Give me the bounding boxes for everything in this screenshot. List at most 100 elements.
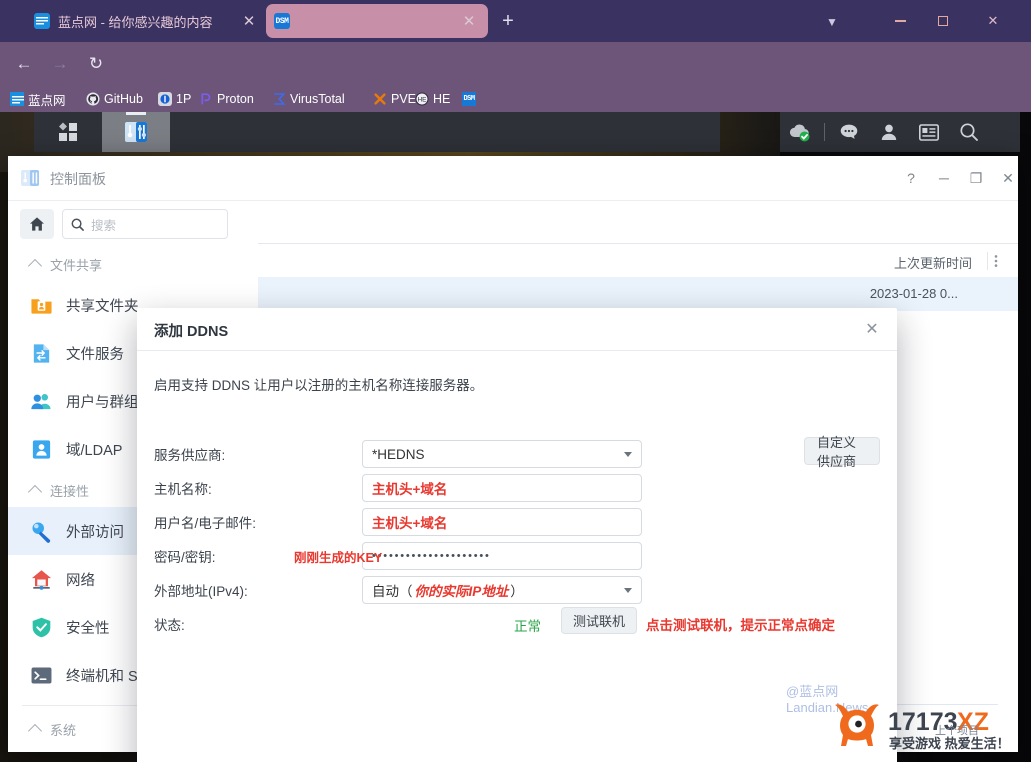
landian-icon [34,13,50,29]
forward-button[interactable]: → [46,50,74,78]
bookmarks-bar: 蓝点网 GitHub 1P Proton VirusTotal PVE HE H… [0,86,1031,112]
minimize-button[interactable]: ─ [933,168,955,188]
field-row-status: 状态: 正常 测试联机 点击测试联机，提示正常点确定 [154,607,880,641]
sidebar-item-label: 域/LDAP [66,442,123,459]
taskbar-item-control-panel[interactable] [102,112,170,152]
home-icon[interactable] [20,209,54,239]
sidebar-item-label: 文件服务 [66,346,124,363]
dialog-title: 添加 DDNS [154,324,229,340]
test-connection-button[interactable]: 测试联机 [561,607,638,634]
search-icon [71,218,84,231]
search-input[interactable]: 搜索 [62,209,228,239]
username-input[interactable]: 主机头+域名 [362,508,642,536]
close-icon[interactable]: ✕ [238,10,260,32]
browser-tab-landian[interactable]: 蓝点网 - 给你感兴趣的内容 ✕ [26,4,268,38]
status-annotation: 点击测试联机，提示正常点确定 [646,618,835,633]
close-icon[interactable]: ✕ [861,318,883,340]
field-row-provider: 服务供应商: *HEDNS 自定义供应商 [154,435,880,471]
back-button[interactable]: ← [10,50,38,78]
notifications-icon[interactable] [829,112,869,152]
close-icon[interactable]: ✕ [997,168,1018,188]
external-address-label: 外部地址(IPv4): [154,584,248,599]
sidebar-search-row: 搜索 [8,201,240,247]
domain-ldap-icon [32,439,51,459]
provider-select[interactable]: *HEDNS [362,440,642,468]
cloud-sync-ok-icon[interactable] [780,112,820,152]
restore-button[interactable]: ❐ [965,168,987,188]
control-panel-title: 控制面板 [50,171,106,187]
sidebar-group-label: 系统 [50,722,77,738]
window-maximize-button[interactable] [928,8,958,34]
bookmark-proton[interactable]: Proton [199,86,254,112]
browser-toolbar: ← → ↻ [0,42,1031,120]
dialog-titlebar: 添加 DDNS ✕ [137,308,897,351]
bookmark-label: GitHub [104,92,143,106]
new-tab-button[interactable]: + [496,10,520,34]
close-icon[interactable]: ✕ [458,10,480,32]
chevron-down-icon [624,452,632,457]
column-options-icon[interactable] [987,252,1004,270]
user-icon[interactable] [869,112,909,152]
svg-text:享受游戏 热爱生活！: 享受游戏 热爱生活！ [889,736,1010,751]
bookmark-1p[interactable]: 1P [158,86,191,112]
bookmark-label: VirusTotal [290,92,345,106]
custom-provider-button[interactable]: 自定义供应商 [804,435,880,469]
password-value: ••••••••••••••••••••• [372,550,491,562]
window-minimize-button[interactable] [885,8,915,34]
sidebar-group-file-sharing[interactable]: 文件共享 [8,247,240,281]
bookmark-he[interactable]: HE HE [415,86,450,112]
field-row-password: 密码/密钥: 刚刚生成的KEY ••••••••••••••••••••• [154,539,880,573]
external-address-select[interactable]: 自动（ 你的实际IP地址 ） [362,576,642,604]
landian-icon [10,92,24,106]
help-button[interactable]: ? [900,168,922,188]
browser-tab-dsm[interactable]: DSM ✕ [266,4,488,38]
sidebar-item-label: 网络 [66,572,95,589]
app-launcher-icon[interactable] [34,112,102,152]
search-icon[interactable] [949,112,989,152]
dsm-icon: DSM [274,13,290,29]
column-header-last-update: 上次更新时间 [893,256,972,271]
dialog-description: 启用支持 DDNS 让用户以注册的主机名称连接服务器。 [154,378,484,393]
add-ddns-dialog: 添加 DDNS ✕ 启用支持 DDNS 让用户以注册的主机名称连接服务器。 服务… [137,308,897,762]
bookmark-virustotal[interactable]: VirusTotal [272,86,345,112]
bookmark-dsm[interactable]: DSM [462,86,480,112]
bookmark-pve[interactable]: PVE [373,86,416,112]
hostname-value: 主机头+域名 [372,482,448,497]
username-label: 用户名/电子邮件: [154,516,257,531]
tray-divider [824,123,825,141]
external-address-ip: 你的实际IP地址 [414,584,509,599]
chevron-down-icon [624,588,632,593]
provider-value: *HEDNS [362,440,642,468]
password-input[interactable]: ••••••••••••••••••••• [362,542,642,570]
sidebar-group-label: 连接性 [50,483,90,499]
file-services-icon [33,343,50,363]
sidebar-group-label: 文件共享 [50,257,103,273]
field-row-external-address: 外部地址(IPv4): 自动（ 你的实际IP地址 ） [154,573,880,607]
reload-button[interactable]: ↻ [82,50,110,78]
bookmark-label: 蓝点网 [28,93,66,108]
table-row[interactable]: 2023-01-28 0... [258,277,1018,311]
chevron-up-icon [27,258,43,273]
chevron-down-icon[interactable]: ▼ [820,12,844,32]
external-access-icon [32,521,51,543]
window-close-button[interactable]: ✕ [978,8,1008,34]
shared-folder-icon [31,298,52,314]
chevron-up-icon [27,484,43,499]
hurricane-electric-icon: HE [415,92,429,106]
field-row-username: 用户名/电子邮件: 主机头+域名 [154,505,880,539]
dsm-taskbar [34,112,720,152]
external-address-prefix: 自动（ [372,584,413,599]
search-placeholder: 搜索 [91,218,117,233]
virustotal-icon [274,93,286,105]
tab-title: 蓝点网 - 给你感兴趣的内容 [58,14,213,30]
onepassword-icon [158,92,172,106]
password-annotation: 刚刚生成的KEY [294,551,383,565]
bookmark-landian[interactable]: 蓝点网 [10,86,66,112]
widgets-icon[interactable] [909,112,949,152]
external-address-value: 自动（ 你的实际IP地址 ） [362,576,642,604]
hostname-label: 主机名称: [154,482,212,497]
sidebar-item-label: 用户与群组 [66,394,139,411]
bookmark-github[interactable]: GitHub [86,86,143,112]
hostname-input[interactable]: 主机头+域名 [362,474,642,502]
svg-text:HE: HE [418,97,427,104]
